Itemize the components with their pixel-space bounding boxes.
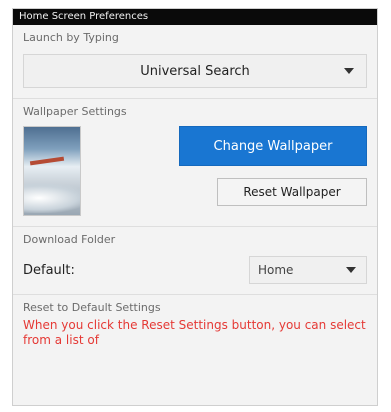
reset-warning-text: When you click the Reset Settings button…	[23, 318, 366, 347]
reset-wallpaper-button[interactable]: Reset Wallpaper	[217, 178, 367, 206]
folder-dropdown-value: Home	[258, 263, 294, 277]
change-wallpaper-button[interactable]: Change Wallpaper	[179, 126, 367, 166]
preferences-window: Home Screen Preferences Launch by Typing…	[12, 8, 378, 406]
chevron-down-icon	[346, 267, 356, 273]
launchpad-dropdown-value: Universal Search	[140, 63, 250, 79]
folder-dropdown[interactable]: Home	[249, 256, 367, 284]
folder-section-label: Download Folder	[23, 233, 116, 246]
wallpaper-row: Change Wallpaper Reset Wallpaper	[13, 118, 377, 216]
reset-section-label: Reset to Default Settings	[23, 301, 161, 314]
launchpad-dropdown[interactable]: Universal Search	[23, 54, 367, 88]
wallpaper-thumbnail-wave	[24, 183, 80, 213]
wallpaper-section-label: Wallpaper Settings	[23, 105, 127, 118]
wallpaper-buttons: Change Wallpaper Reset Wallpaper	[93, 126, 367, 216]
chevron-down-icon	[344, 68, 354, 74]
folder-row: Default: Home	[13, 246, 377, 284]
launchpad-section-label: Launch by Typing	[23, 31, 119, 44]
wallpaper-thumbnail	[23, 126, 81, 216]
folder-field-label: Default:	[23, 262, 75, 278]
wallpaper-thumbnail-detail	[29, 156, 65, 166]
window-title: Home Screen Preferences	[13, 9, 377, 25]
